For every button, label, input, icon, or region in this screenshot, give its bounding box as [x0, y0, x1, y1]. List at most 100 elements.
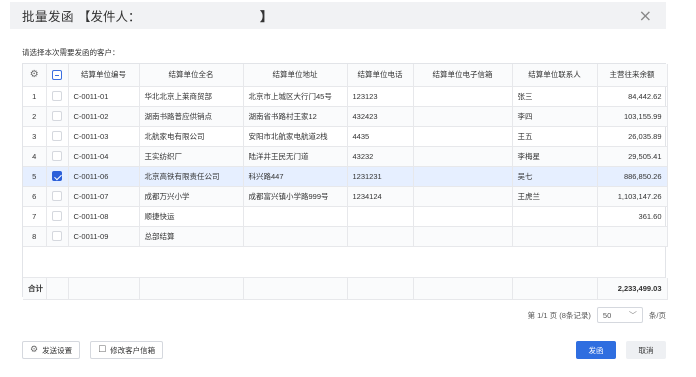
table-row[interactable]: 1 C-0011-01 华北北京上莱商贸部 北京市上城区大行门45号 123123 张三 8…: [23, 86, 668, 107]
cancel-button[interactable]: 取消: [626, 341, 666, 359]
cell-name: 湖南书路普应供销点: [139, 106, 244, 127]
cell-balance: 84,442.62: [597, 86, 668, 107]
cell-phone: [347, 226, 414, 247]
row-select-cell[interactable]: [46, 186, 69, 207]
cell-email: [413, 86, 513, 107]
cell-contact: 王五: [512, 126, 598, 147]
edit-customer-email-button[interactable]: ☐ 修改客户信箱: [90, 341, 164, 359]
column-header-address[interactable]: 结算单位地址: [243, 64, 348, 87]
send-settings-label: 发送设置: [42, 345, 73, 355]
row-checkbox[interactable]: [52, 171, 62, 181]
cell-balance: 1,103,147.26: [597, 186, 668, 207]
column-header-code[interactable]: 结算单位编号: [68, 64, 140, 87]
table-row[interactable]: 4 C-0011-04 王实纺织厂 陆洋井王民无门道 43232 李梅星 29,505.41: [23, 146, 668, 167]
row-select-cell[interactable]: [46, 86, 69, 107]
bracket-open: 【: [78, 10, 91, 24]
cell-address: 成都富兴镇小学路999号: [243, 186, 348, 207]
cell-contact: 王虎兰: [512, 186, 598, 207]
cell-address: 北京市上城区大行门45号: [243, 86, 348, 107]
row-index: 8: [23, 226, 47, 247]
customer-grid: ⚙ 结算单位编号 结算单位全名 结算单位地址 结算单位电话 结算单位电子信箱 结…: [22, 63, 668, 300]
row-index: 1: [23, 86, 47, 107]
cell-balance: 103,155.99: [597, 106, 668, 127]
cell-phone: 4435: [347, 126, 414, 147]
send-button[interactable]: 发函: [576, 341, 616, 359]
dialog-header: 批量发函 【 发件人： 】 ×: [10, 2, 666, 29]
page-size-select[interactable]: 50 ﹀: [596, 307, 643, 323]
cell-balance: [597, 226, 668, 247]
cell-name: 北航家电有限公司: [139, 126, 244, 147]
cell-email: [413, 106, 513, 127]
column-settings-cell[interactable]: ⚙: [23, 64, 47, 87]
cell-phone: 1234124: [347, 186, 414, 207]
row-checkbox[interactable]: [52, 91, 62, 101]
cell-balance: 26,035.89: [597, 126, 668, 147]
select-all-checkbox[interactable]: [52, 69, 62, 80]
column-header-email[interactable]: 结算单位电子信箱: [413, 64, 513, 87]
row-select-cell[interactable]: [46, 166, 69, 187]
page-info: 第 1/1 页 (8条记录): [527, 310, 591, 320]
edit-customer-email-label: 修改客户信箱: [110, 345, 156, 355]
table-row[interactable]: 2 C-0011-02 湖南书路普应供销点 湖南省书路村王家12 432423 李四 103…: [23, 106, 668, 127]
cell-name: 王实纺织厂: [139, 146, 244, 167]
row-checkbox[interactable]: [52, 231, 62, 241]
row-select-cell[interactable]: [46, 226, 69, 247]
pagination: 第 1/1 页 (8条记录) 50 ﹀ 条/页: [528, 307, 666, 323]
cell-address: 科兴路447: [243, 166, 348, 187]
table-row[interactable]: 8 C-0011-09 总部结算: [23, 226, 668, 247]
cell-address: [243, 226, 348, 247]
edit-icon: ☐: [98, 345, 107, 355]
row-index: 5: [23, 166, 47, 187]
row-index: 2: [23, 106, 47, 127]
row-select-cell[interactable]: [46, 146, 69, 167]
cell-balance: 29,505.41: [597, 146, 668, 167]
row-index: 6: [23, 186, 47, 207]
row-index: 7: [23, 206, 47, 227]
page-size-value: 50: [602, 310, 612, 320]
cell-contact: [512, 206, 598, 227]
cell-code: C-0011-06: [68, 166, 140, 187]
table-row[interactable]: 7 C-0011-08 顺捷快运 361.60: [23, 206, 668, 227]
cell-balance: 361.60: [597, 206, 668, 227]
cell-name: 华北北京上莱商贸部: [139, 86, 244, 107]
row-checkbox[interactable]: [52, 191, 62, 201]
row-select-cell[interactable]: [46, 126, 69, 147]
cell-phone: 432423: [347, 106, 414, 127]
total-row: 合计 2,233,499.03: [23, 277, 668, 300]
row-index: 4: [23, 146, 47, 167]
page-size-unit: 条/页: [648, 310, 666, 320]
dialog-title: 批量发函: [22, 10, 75, 24]
row-checkbox[interactable]: [52, 211, 62, 221]
row-checkbox[interactable]: [52, 111, 62, 121]
cell-address: 陆洋井王民无门道: [243, 146, 348, 167]
column-header-name[interactable]: 结算单位全名: [139, 64, 244, 87]
settings-icon[interactable]: ⚙: [30, 69, 39, 80]
row-checkbox[interactable]: [52, 151, 62, 161]
cell-code: C-0011-09: [68, 226, 140, 247]
cell-contact: 张三: [512, 86, 598, 107]
chevron-down-icon: ﹀: [628, 310, 637, 320]
close-icon[interactable]: ×: [639, 6, 652, 25]
sender-label: 发件人：: [90, 10, 141, 24]
cell-contact: 吴七: [512, 166, 598, 187]
select-all-cell[interactable]: [46, 64, 69, 87]
cell-address: 安阳市北航家电航道2栈: [243, 126, 348, 147]
cell-code: C-0011-07: [68, 186, 140, 207]
cell-name: 北京高铁有限责任公司: [139, 166, 244, 187]
column-header-contact[interactable]: 结算单位联系人: [512, 64, 598, 87]
table-row[interactable]: 6 C-0011-07 成都万兴小学 成都富兴镇小学路999号 1234124 王虎兰 1,…: [23, 186, 668, 207]
cell-phone: 1231231: [347, 166, 414, 187]
row-select-cell[interactable]: [46, 106, 69, 127]
row-select-cell[interactable]: [46, 206, 69, 227]
cell-name: 总部结算: [139, 226, 244, 247]
send-settings-button[interactable]: ⚙ 发送设置: [22, 341, 81, 359]
column-header-balance[interactable]: 主营往来余额: [597, 64, 668, 87]
cell-email: [413, 206, 513, 227]
cell-balance: 886,850.26: [597, 166, 668, 187]
row-checkbox[interactable]: [52, 131, 62, 141]
cell-address: [243, 206, 348, 227]
column-header-phone[interactable]: 结算单位电话: [347, 64, 414, 87]
cell-contact: 李四: [512, 106, 598, 127]
table-row[interactable]: 3 C-0011-03 北航家电有限公司 安阳市北航家电航道2栈 4435 王五 26,03…: [23, 126, 668, 147]
table-row[interactable]: 5 C-0011-06 北京高铁有限责任公司 科兴路447 1231231 吴七 886,8…: [23, 166, 668, 187]
